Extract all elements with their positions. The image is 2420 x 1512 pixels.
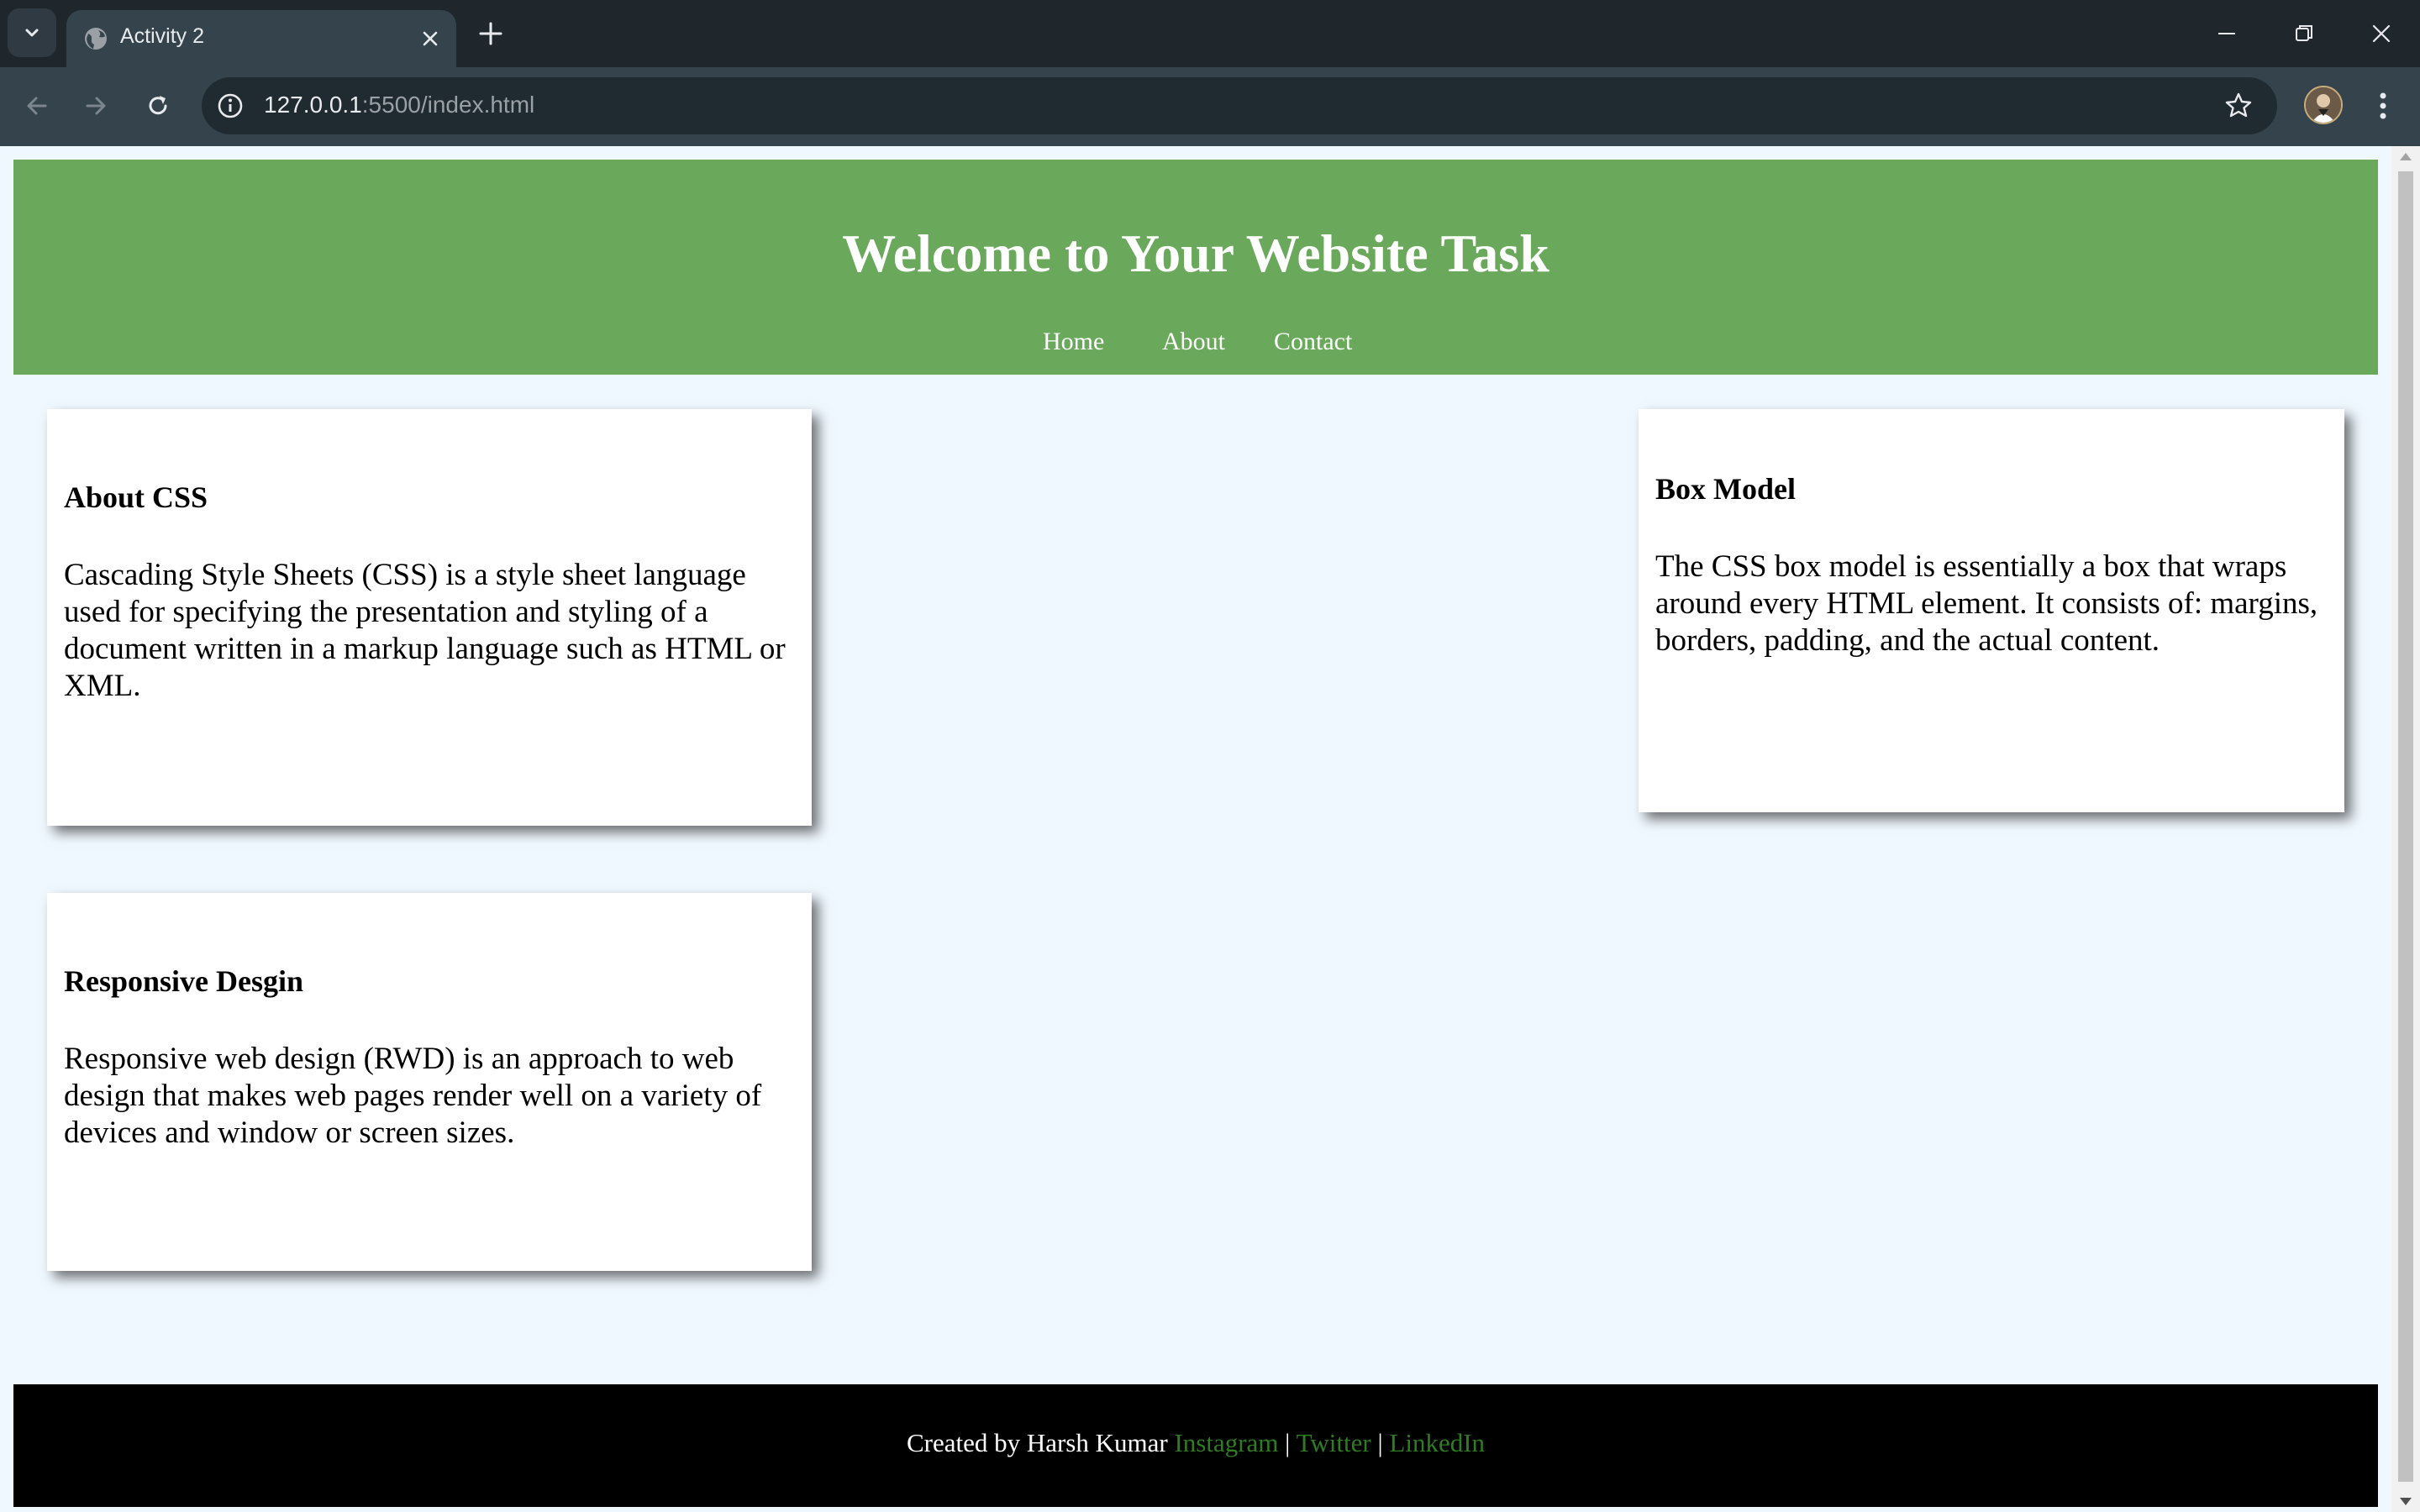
card-heading: Box Model	[1655, 472, 1796, 506]
close-window-icon[interactable]	[2365, 17, 2398, 50]
site-title: Welcome to Your Website Task	[842, 223, 1549, 283]
back-button[interactable]	[17, 86, 57, 126]
arrow-right-icon	[86, 97, 106, 115]
minimize-icon[interactable]	[2210, 17, 2244, 50]
url-host: 127.0.0.1	[264, 92, 362, 118]
card-about-css: About CSS Cascading Style Sheets (CSS) i…	[47, 409, 812, 826]
footer-credit: Created by Harsh Kumar	[906, 1428, 1168, 1457]
card-heading: Responsive Desgin	[64, 964, 304, 998]
tab-search-button[interactable]	[8, 8, 56, 57]
address-bar[interactable]: 127.0.0.1:5500/index.html	[202, 77, 2277, 134]
new-tab-icon[interactable]	[476, 18, 506, 49]
nav-link-home[interactable]: Home	[1043, 328, 1104, 356]
tab-title: Activity 2	[120, 24, 205, 48]
nav-link-about[interactable]: About	[1162, 328, 1225, 356]
footer-link-twitter[interactable]: Twitter	[1297, 1428, 1371, 1457]
profile-avatar-icon	[2306, 87, 2341, 123]
card-text: Responsive web design (RWD) is an approa…	[64, 1042, 762, 1150]
footer-separator: |	[1285, 1428, 1291, 1457]
scroll-down-arrow-icon[interactable]	[2400, 1498, 2412, 1505]
site-header: Welcome to Your Website Task Home About …	[13, 160, 2378, 375]
arrow-left-icon	[27, 97, 47, 115]
browser-tab-active[interactable]: Activity 2	[66, 10, 456, 67]
footer-link-instagram[interactable]: Instagram	[1174, 1428, 1278, 1457]
card-responsive-design: Responsive Desgin Responsive web design …	[47, 893, 812, 1271]
restore-icon[interactable]	[2287, 17, 2321, 50]
scroll-up-arrow-icon[interactable]	[2400, 153, 2412, 160]
card-text: The CSS box model is essentially a box t…	[1655, 549, 2318, 658]
browser-tab-bar: Activity 2	[0, 0, 2420, 67]
card-text: Cascading Style Sheets (CSS) is a style …	[64, 558, 786, 703]
card-heading: About CSS	[64, 480, 208, 514]
info-icon[interactable]	[213, 89, 247, 123]
globe-icon	[85, 28, 107, 50]
url-path: :5500/index.html	[361, 92, 535, 118]
card-box-model: Box Model The CSS box model is essential…	[1639, 409, 2344, 812]
page-scrollbar[interactable]	[2391, 146, 2420, 1512]
footer-separator: |	[1377, 1428, 1383, 1457]
forward-button[interactable]	[76, 86, 116, 126]
footer-line: Created by Harsh Kumar Instagram | Twitt…	[13, 1428, 2378, 1458]
nav-link-contact[interactable]: Contact	[1274, 328, 1352, 356]
scroll-thumb[interactable]	[2398, 171, 2413, 1482]
close-tab-icon[interactable]	[418, 26, 443, 51]
profile-avatar[interactable]	[2304, 86, 2343, 124]
site-footer: Created by Harsh Kumar Instagram | Twitt…	[13, 1384, 2378, 1507]
reload-button[interactable]	[138, 86, 178, 126]
browser-toolbar: 127.0.0.1:5500/index.html	[0, 67, 2420, 146]
bookmark-star-icon[interactable]	[2222, 89, 2255, 123]
page-viewport: Welcome to Your Website Task Home About …	[0, 146, 2391, 1512]
chevron-down-icon	[25, 29, 39, 37]
reload-icon	[149, 96, 167, 115]
url-text[interactable]: 127.0.0.1:5500/index.html	[264, 92, 534, 118]
menu-dots-icon[interactable]	[2366, 86, 2400, 126]
footer-link-linkedin[interactable]: LinkedIn	[1389, 1428, 1485, 1457]
